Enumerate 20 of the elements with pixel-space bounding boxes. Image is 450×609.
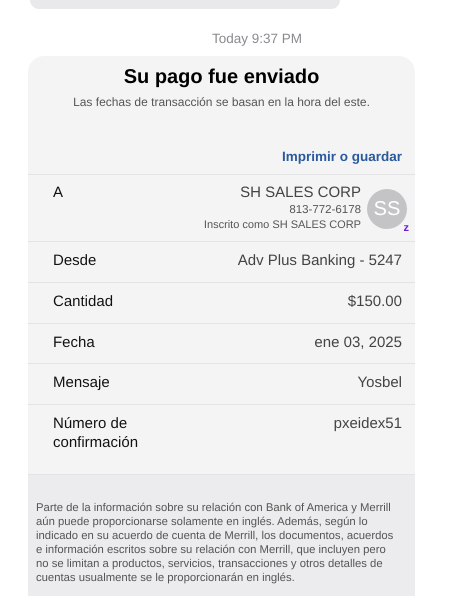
row-label: Número de confirmación (53, 415, 140, 452)
recipient-phone: 813-772-6178 (289, 204, 361, 216)
row-value: pxeidex51 (334, 415, 402, 432)
row-value: $150.00 (348, 292, 402, 310)
message-timestamp: Today 9:37 PM (210, 31, 302, 46)
row-label: A (53, 184, 64, 203)
enrolled-text: Inscrito como SH SALES CORP (204, 219, 361, 231)
row-value: Yosbel (358, 374, 402, 392)
row-label: Fecha (53, 334, 96, 352)
disclaimer-text: Parte de la información sobre su relación con Bank of America y Merrill aún puede proporcionarse solamente en inglés. Además, según lo indicado en su acuerdo de cuenta de Merrill, los documentos, acuerdos e información escritos sobre su relación con Merrill, que incluyen pero no se limitan a productos, servicios, transacciones y otros detalles de cuentas usualmente se le proporcionarán en inglés. (36, 500, 394, 586)
row-label: Desde (53, 252, 98, 271)
row-value: ene 03, 2025 (314, 334, 402, 350)
card-subtitle: Las fechas de transacción se basan en la hora del este. (72, 95, 371, 109)
card-title: Su pago fue enviado (122, 65, 320, 89)
avatar: SS z (367, 189, 407, 229)
row-value: Adv Plus Banking - 5247 (238, 252, 402, 269)
print-link[interactable]: Imprimir o guardar (282, 149, 402, 164)
row-label: Cantidad (53, 292, 114, 312)
recipient-name: SH SALES CORP (240, 184, 361, 201)
row-label: Mensaje (53, 374, 111, 393)
